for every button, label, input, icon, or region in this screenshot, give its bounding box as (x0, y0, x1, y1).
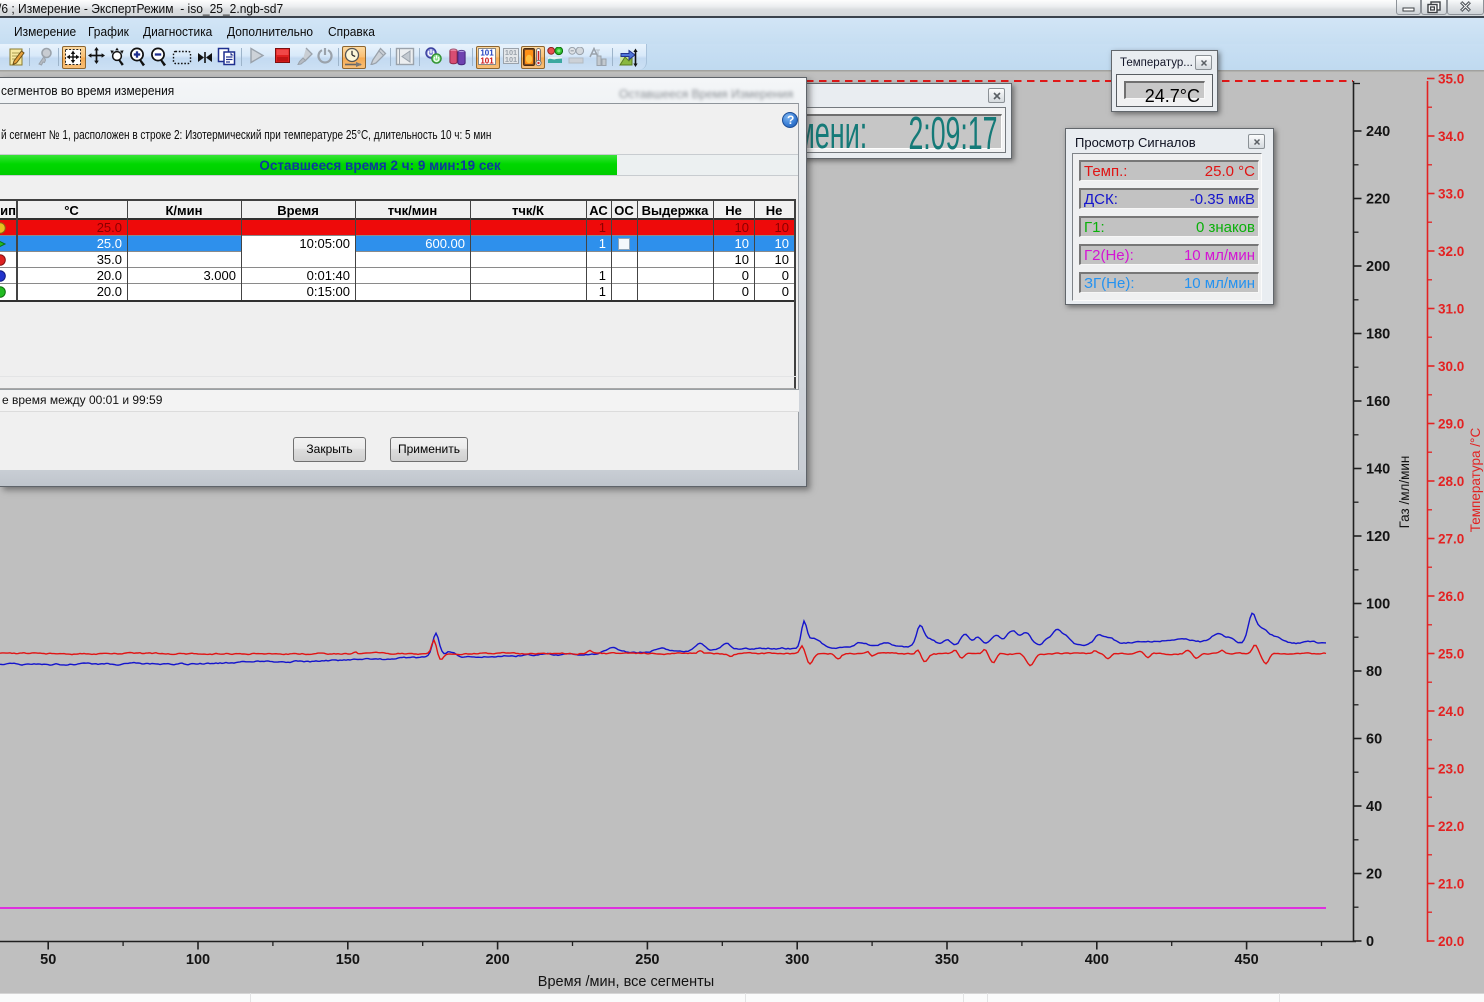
svg-text:22.0: 22.0 (1438, 819, 1464, 834)
svg-text:100: 100 (186, 952, 210, 968)
svg-text:40: 40 (1366, 799, 1382, 815)
svg-text:200: 200 (485, 952, 509, 968)
svg-text:120: 120 (1366, 529, 1390, 545)
svg-text:20: 20 (1366, 867, 1382, 883)
svg-text:80: 80 (1366, 664, 1382, 680)
svg-text:200: 200 (1366, 259, 1390, 275)
svg-text:31.0: 31.0 (1438, 302, 1464, 317)
svg-text:220: 220 (1366, 192, 1390, 208)
svg-text:100: 100 (1366, 597, 1390, 613)
svg-text:Газ /мл/мин: Газ /мл/мин (1397, 456, 1412, 529)
svg-text:240: 240 (1366, 124, 1390, 140)
svg-text:Температура /°С: Температура /°С (1468, 428, 1483, 533)
svg-text:300: 300 (785, 952, 809, 968)
svg-text:20.0: 20.0 (1438, 934, 1464, 949)
svg-text:0: 0 (1366, 934, 1374, 950)
svg-text:250: 250 (635, 952, 659, 968)
svg-text:101: 101 (505, 55, 517, 64)
svg-text:140: 140 (1366, 462, 1390, 478)
svg-text:23.0: 23.0 (1438, 762, 1464, 777)
svg-text:25.0: 25.0 (1438, 647, 1464, 662)
svg-text:60: 60 (1366, 732, 1382, 748)
svg-text:29.0: 29.0 (1438, 417, 1464, 432)
svg-text:21.0: 21.0 (1438, 877, 1464, 892)
svg-text:50: 50 (40, 952, 56, 968)
svg-text:33.0: 33.0 (1438, 187, 1464, 202)
svg-text:28.0: 28.0 (1438, 474, 1464, 489)
svg-text:160: 160 (1366, 394, 1390, 410)
svg-text:26.0: 26.0 (1438, 589, 1464, 604)
svg-text:180: 180 (1366, 327, 1390, 343)
svg-text:27.0: 27.0 (1438, 532, 1464, 547)
svg-text:350: 350 (935, 952, 959, 968)
svg-text:24.0: 24.0 (1438, 704, 1464, 719)
svg-text:450: 450 (1234, 952, 1258, 968)
svg-text:30.0: 30.0 (1438, 359, 1464, 374)
svg-text:34.0: 34.0 (1438, 129, 1464, 144)
svg-text:400: 400 (1085, 952, 1109, 968)
svg-text:35.0: 35.0 (1438, 72, 1464, 87)
svg-text:150: 150 (336, 952, 360, 968)
svg-text:101: 101 (480, 57, 494, 66)
svg-text:Время /мин, все сегменты: Время /мин, все сегменты (538, 974, 714, 990)
svg-text:32.0: 32.0 (1438, 244, 1464, 259)
